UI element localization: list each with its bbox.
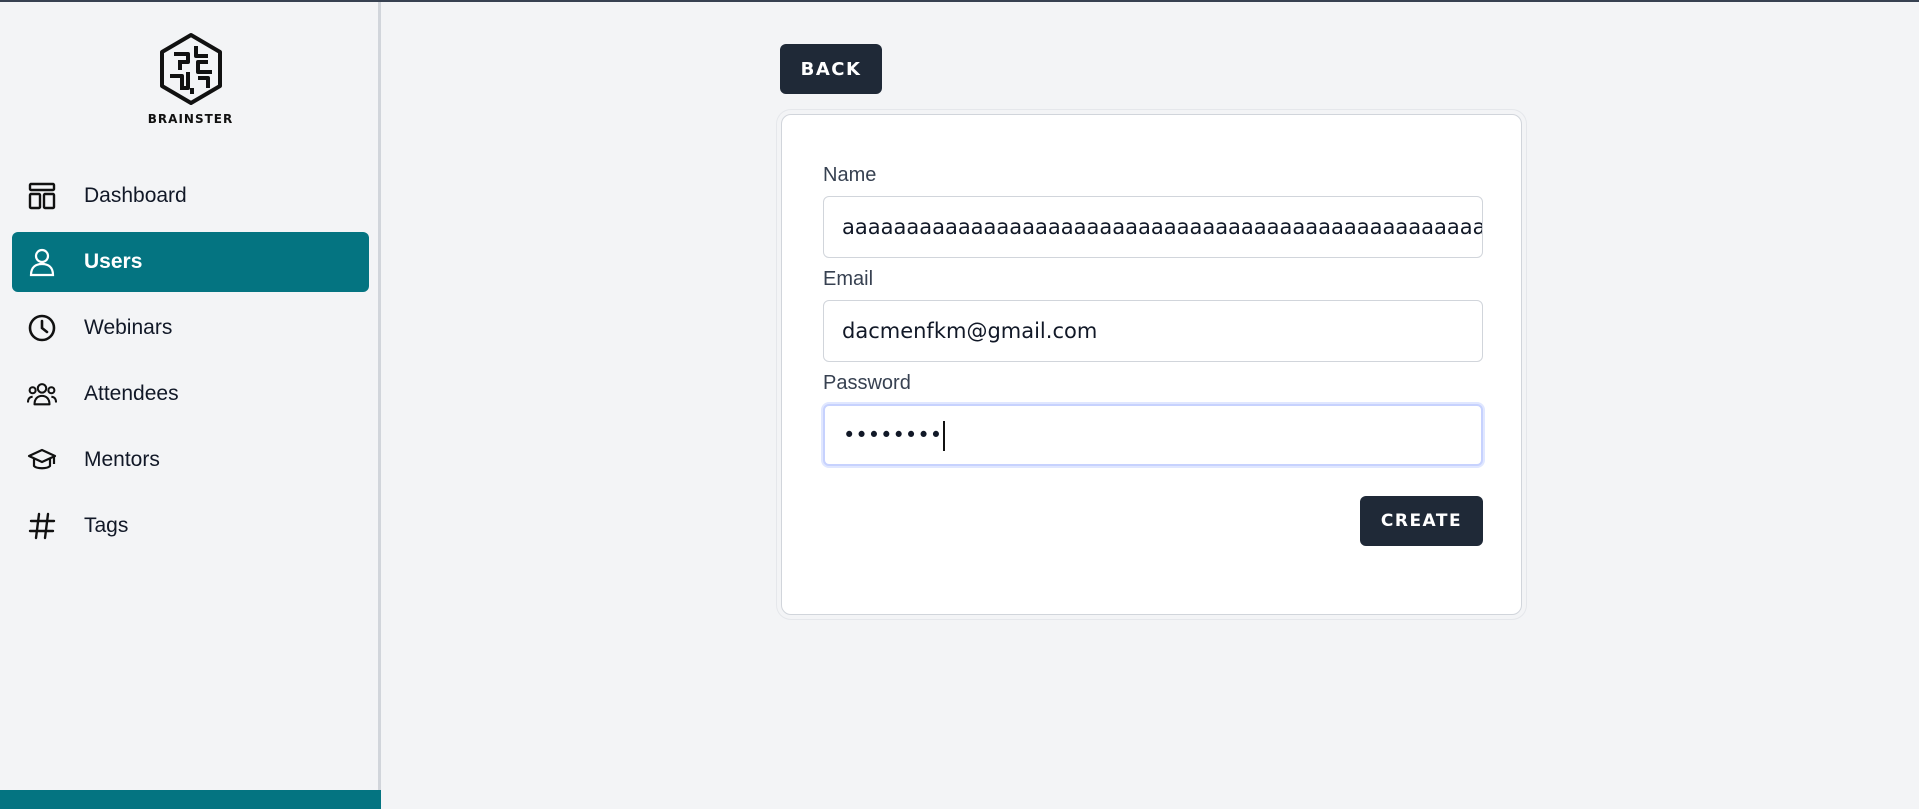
sidebar-item-dashboard[interactable]: Dashboard bbox=[12, 166, 369, 226]
sidebar-item-label: Users bbox=[84, 250, 143, 273]
sidebar-item-label: Webinars bbox=[84, 316, 173, 339]
password-label: Password bbox=[823, 372, 911, 394]
graduation-cap-icon bbox=[26, 444, 58, 476]
sidebar-item-label: Attendees bbox=[84, 382, 179, 405]
create-user-form: Name aaaaaaaaaaaaaaaaaaaaaaaaaaaaaaaaaaa… bbox=[781, 114, 1522, 615]
sidebar: BRAINSTER Dashboard Users Webinars Atten… bbox=[0, 2, 381, 809]
create-button[interactable]: CREATE bbox=[1360, 496, 1483, 546]
back-button[interactable]: BACK bbox=[780, 44, 882, 94]
sidebar-item-attendees[interactable]: Attendees bbox=[12, 364, 369, 424]
sidebar-nav: Dashboard Users Webinars Attendees Mento… bbox=[12, 166, 369, 562]
email-field[interactable]: dacmenfkm@gmail.com bbox=[823, 300, 1483, 362]
group-icon bbox=[26, 378, 58, 410]
brain-icon bbox=[159, 33, 222, 105]
hash-icon bbox=[26, 510, 58, 542]
password-value: •••••••• bbox=[843, 423, 943, 447]
brand-name: BRAINSTER bbox=[147, 112, 234, 126]
sidebar-item-webinars[interactable]: Webinars bbox=[12, 298, 369, 358]
sidebar-item-label: Tags bbox=[84, 514, 129, 537]
sidebar-item-users[interactable]: Users bbox=[12, 232, 369, 292]
sidebar-item-label: Mentors bbox=[84, 448, 160, 471]
sidebar-item-label: Dashboard bbox=[84, 184, 187, 207]
text-cursor bbox=[943, 421, 946, 451]
name-label: Name bbox=[823, 164, 877, 186]
name-field[interactable]: aaaaaaaaaaaaaaaaaaaaaaaaaaaaaaaaaaaaaaaa… bbox=[823, 196, 1483, 258]
brand-logo[interactable]: BRAINSTER bbox=[0, 32, 381, 126]
password-field[interactable]: •••••••• bbox=[823, 404, 1483, 466]
sidebar-footer-bar bbox=[0, 790, 381, 809]
clock-icon bbox=[26, 312, 58, 344]
email-label: Email bbox=[823, 268, 874, 290]
dashboard-icon bbox=[26, 180, 58, 212]
user-icon bbox=[26, 246, 58, 278]
sidebar-item-tags[interactable]: Tags bbox=[12, 496, 369, 556]
sidebar-item-mentors[interactable]: Mentors bbox=[12, 430, 369, 490]
